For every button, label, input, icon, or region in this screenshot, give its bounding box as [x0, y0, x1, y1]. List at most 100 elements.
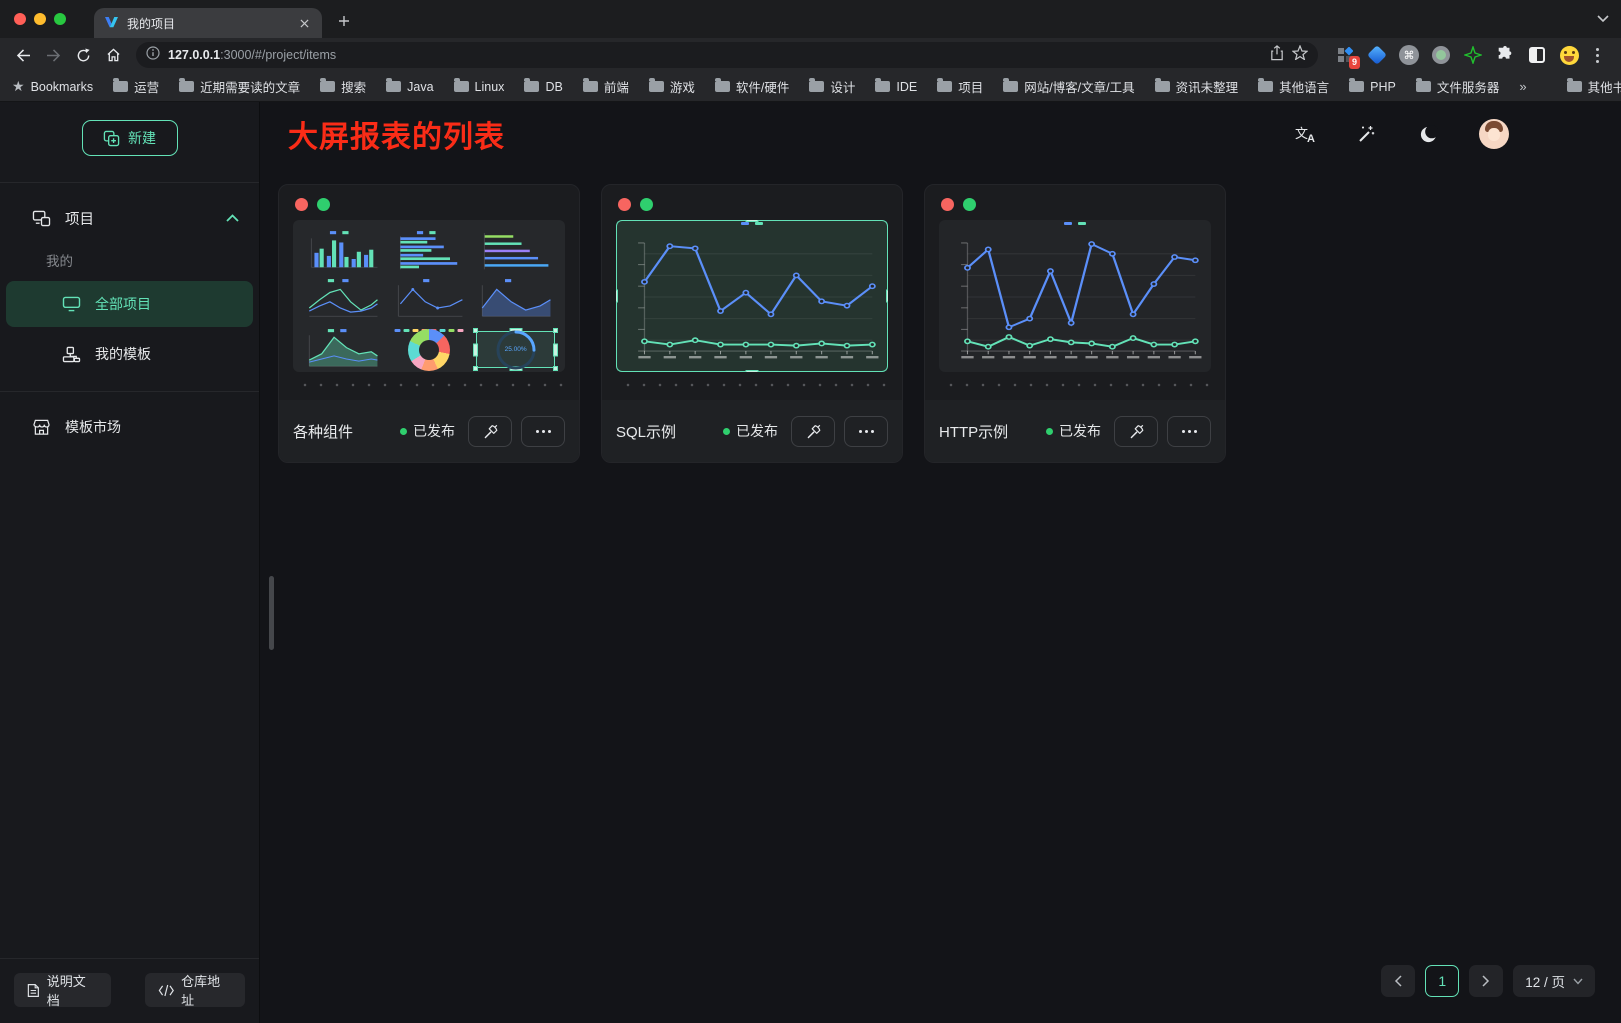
user-avatar[interactable]	[1479, 119, 1509, 149]
extensions-area: 9 ⌘	[1328, 44, 1611, 66]
bookmark-folder[interactable]: 运营	[113, 77, 159, 96]
bookmarks-manager[interactable]: ★Bookmarks	[12, 78, 93, 95]
content-scrollbar[interactable]	[269, 576, 274, 650]
edit-hammer-button[interactable]	[791, 416, 835, 447]
chevron-up-icon[interactable]	[226, 214, 239, 222]
bookmark-folder[interactable]: 软件/硬件	[715, 77, 789, 96]
back-icon[interactable]	[10, 42, 36, 68]
sidebar-item-my-templates[interactable]: 我的模板	[6, 331, 253, 377]
folder-icon	[1155, 81, 1170, 92]
other-bookmarks-folder[interactable]: 其他书签	[1567, 77, 1621, 96]
project-card[interactable]: SQL示例 已发布	[601, 184, 903, 463]
card-thumbnail-selected[interactable]	[616, 220, 888, 372]
more-options-button[interactable]	[521, 416, 565, 447]
card-thumbnail[interactable]: 25.00%	[293, 220, 565, 372]
bookmarks-bar: ★Bookmarks 运营 近期需要读的文章 搜索 Java Linux DB …	[0, 72, 1621, 102]
mini-chart-grid: 25.00%	[301, 228, 557, 364]
url-text: 127.0.0.1:3000/#/project/items	[168, 48, 336, 62]
sidebar-item-all-projects[interactable]: 全部项目	[6, 281, 253, 327]
page-size-select[interactable]: 12 / 页	[1513, 965, 1595, 997]
bookmark-folder[interactable]: 网站/博客/文章/工具	[1003, 77, 1134, 96]
chart-legend	[1064, 222, 1086, 225]
browser-menu-icon[interactable]	[1590, 48, 1605, 63]
more-options-button[interactable]	[844, 416, 888, 447]
folder-icon	[1416, 81, 1431, 92]
bookmark-folder[interactable]: 前端	[583, 77, 629, 96]
card-title: HTTP示例	[939, 421, 1037, 442]
bookmark-folder[interactable]: 资讯未整理	[1155, 77, 1239, 96]
prev-page-button[interactable]	[1381, 965, 1415, 997]
mini-area-chart	[474, 277, 557, 322]
bookmark-folder[interactable]: 项目	[937, 77, 983, 96]
more-options-button[interactable]	[1167, 416, 1211, 447]
mini-two-line-chart	[301, 277, 384, 322]
folder-icon	[1003, 81, 1018, 92]
bookmark-folder[interactable]: Linux	[454, 80, 505, 94]
tab-search-chevron-icon[interactable]	[1597, 10, 1609, 28]
bookmark-folder[interactable]: PHP	[1349, 80, 1396, 94]
edit-hammer-button[interactable]	[1114, 416, 1158, 447]
command-extension-icon[interactable]: ⌘	[1398, 44, 1420, 66]
site-info-icon[interactable]	[146, 46, 160, 65]
donut-ring	[408, 329, 450, 371]
new-project-button[interactable]: 新建	[82, 120, 178, 156]
mini-bar-chart	[301, 228, 384, 273]
language-icon[interactable]: 文A	[1295, 124, 1315, 144]
divider	[0, 391, 259, 392]
ellipsis-icon	[536, 430, 551, 433]
project-card[interactable]: HTTP示例 已发布	[924, 184, 1226, 463]
bookmark-folder[interactable]: 文件服务器	[1416, 77, 1500, 96]
address-bar[interactable]: 127.0.0.1:3000/#/project/items	[136, 42, 1318, 68]
minimize-window-button[interactable]	[34, 13, 46, 25]
bookmark-star-icon[interactable]	[1292, 45, 1308, 65]
bookmark-folder[interactable]: DB	[524, 80, 562, 94]
publish-status: 已发布	[723, 421, 778, 441]
mini-gauge-selected[interactable]: 25.00%	[474, 327, 557, 372]
card-thumbnail[interactable]	[939, 220, 1211, 372]
grid-extension-icon[interactable]: 9	[1334, 44, 1356, 66]
tab-close-icon[interactable]	[296, 15, 312, 31]
gem-extension-icon[interactable]	[1366, 44, 1388, 66]
repo-button[interactable]: 仓库地址	[145, 973, 245, 1007]
fullscreen-window-button[interactable]	[54, 13, 66, 25]
page-number-button[interactable]: 1	[1425, 965, 1459, 997]
browser-tab[interactable]: 我的项目	[94, 8, 322, 38]
puzzle-extensions-icon[interactable]	[1494, 44, 1516, 66]
emoji-extension-icon[interactable]	[1558, 44, 1580, 66]
bookmarks-overflow-chevron[interactable]: »	[1519, 79, 1526, 94]
folder-icon	[113, 81, 128, 92]
forward-icon[interactable]	[40, 42, 66, 68]
share-icon[interactable]	[1270, 45, 1284, 66]
bookmark-folder[interactable]: 游戏	[649, 77, 695, 96]
card-footer: HTTP示例 已发布	[925, 400, 1225, 462]
docs-button[interactable]: 说明文档	[14, 973, 111, 1007]
star-icon: ★	[12, 78, 25, 95]
template-flow-icon	[62, 346, 81, 363]
bookmark-folder[interactable]: 近期需要读的文章	[179, 77, 300, 96]
bookmark-folder[interactable]: 搜索	[320, 77, 366, 96]
dark-mode-extension-icon[interactable]	[1526, 44, 1548, 66]
bookmark-folder[interactable]: 设计	[809, 77, 855, 96]
dotted-separator	[616, 372, 888, 398]
folder-icon	[809, 81, 824, 92]
tab-strip: 我的项目	[0, 0, 1621, 38]
edit-hammer-button[interactable]	[468, 416, 512, 447]
sidebar-item-template-market[interactable]: 模板市场	[0, 404, 259, 450]
new-tab-button[interactable]	[330, 7, 358, 35]
card-footer: SQL示例 已发布	[602, 400, 902, 462]
circle-extension-icon[interactable]	[1430, 44, 1452, 66]
magic-wand-icon[interactable]	[1355, 123, 1377, 145]
bookmark-folder[interactable]: Java	[386, 80, 433, 94]
bookmark-folder[interactable]: 其他语言	[1258, 77, 1329, 96]
next-page-button[interactable]	[1469, 965, 1503, 997]
green-star-extension-icon[interactable]	[1462, 44, 1484, 66]
bookmark-folder[interactable]: IDE	[875, 80, 917, 94]
dark-mode-moon-icon[interactable]	[1417, 123, 1439, 145]
project-card[interactable]: 25.00% 各种组件 已发布	[278, 184, 580, 463]
card-title: 各种组件	[293, 421, 391, 442]
sidebar-group-projects[interactable]: 项目	[0, 195, 259, 241]
home-icon[interactable]	[100, 42, 126, 68]
publish-status: 已发布	[400, 421, 455, 441]
close-window-button[interactable]	[14, 13, 26, 25]
reload-icon[interactable]	[70, 42, 96, 68]
